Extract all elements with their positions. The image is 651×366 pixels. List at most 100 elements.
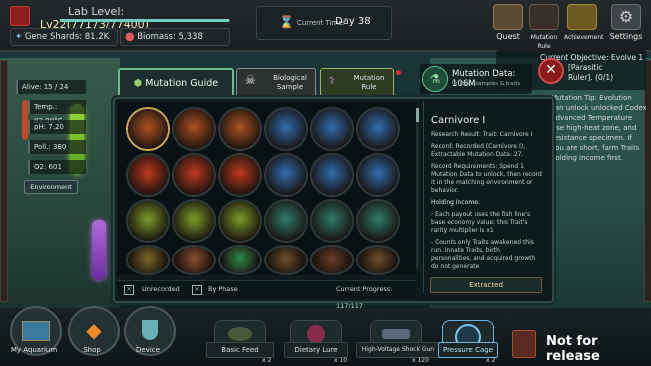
quest-icon (493, 4, 523, 30)
notification-dot (396, 70, 401, 75)
mutation-orb[interactable] (358, 155, 398, 195)
achievement-button[interactable]: Achievement (564, 4, 604, 46)
lab-level-bar-fill (60, 19, 230, 22)
lab-level-label: Lab Level: (68, 4, 125, 18)
unrecorded-label: Unrecorded (142, 285, 180, 293)
mutation-orb[interactable] (128, 109, 168, 149)
basic-feed-label: Basic Feed (206, 342, 274, 358)
mutation-orb[interactable] (220, 155, 260, 195)
mutation-orb[interactable] (312, 247, 352, 273)
mutation-orb[interactable] (312, 201, 352, 241)
mutation-orb[interactable] (358, 109, 398, 149)
mutation-orb[interactable] (220, 201, 260, 241)
grid-scrollbar[interactable] (416, 108, 419, 268)
objective-line-3: Ruler]. (0/1) (568, 73, 614, 82)
mutation-rule-top-button[interactable]: Mutation Rule (526, 4, 562, 50)
hourglass-icon: ⌛ (279, 15, 294, 29)
settings-label: Settings (609, 32, 643, 41)
mutation-orb[interactable] (128, 201, 168, 241)
gene-shards-counter: ✦ Gene Shards: 81.2K (10, 28, 118, 46)
spray-can-icon[interactable] (512, 330, 536, 358)
environment-button[interactable]: Environment (24, 180, 78, 194)
gear-icon: ⚙ (611, 4, 641, 30)
quest-button[interactable]: Quest (490, 4, 526, 46)
close-icon[interactable]: ✕ (538, 58, 564, 84)
mutation-orb[interactable] (174, 201, 214, 241)
hint-line: Mutation Tip: Evolution (551, 94, 632, 102)
alive-stat: Alive: 15 / 24 (16, 80, 86, 94)
dietary-lure-count: x 10 (334, 357, 348, 364)
current-time-value: Day 38 (335, 16, 371, 27)
unrecorded-checkbox[interactable]: ✕ (124, 285, 134, 295)
hint-line: can unlock unlocked Codex (551, 104, 647, 112)
mutation-data-subtitle: Unlocks samples & traits (452, 81, 521, 87)
mutation-orb[interactable] (358, 201, 398, 241)
tab-biological-sample[interactable]: ☠ Biological Sample (236, 68, 316, 98)
pipe-left (0, 60, 8, 302)
lure-icon (307, 325, 325, 343)
gene-shards-label: Gene Shards: 81.2K (24, 32, 110, 42)
pressure-cage-count: x 2 (486, 357, 496, 364)
mutation-rule-book-icon (529, 4, 559, 30)
hint-line: resistance specimen. If (551, 134, 632, 142)
pressure-cage-label: Pressure Cage (438, 342, 498, 358)
settings-button[interactable]: ⚙ Settings (608, 4, 644, 46)
lab-level-bar (60, 19, 230, 22)
mutation-orb[interactable] (312, 155, 352, 195)
fish-icon: ◆ (86, 318, 102, 342)
panel-footer: ✕ Unrecorded ✕ By Phase Current Progress… (118, 280, 416, 310)
mutation-guide-icon: ⬢ (133, 78, 143, 89)
device-label: Device (136, 346, 160, 354)
holding-income-line-2: - Counts only Traits awakened this run. … (431, 239, 536, 270)
mutation-orb[interactable] (266, 201, 306, 241)
hint-line: Use high-heat zone, and (551, 124, 637, 132)
trait-title: Carnivore I (431, 115, 486, 126)
shock-gun-icon (382, 329, 410, 339)
ph-stat: pH: 7.20 (28, 120, 86, 134)
mutation-orb[interactable] (128, 155, 168, 195)
current-time-panel: ⌛ Current Time: Day 38 (256, 6, 392, 40)
objective-line-2: [Parasitic (568, 63, 603, 72)
hint-line: you are short, farm Traits (551, 144, 640, 152)
mutation-orb[interactable] (358, 247, 398, 273)
mutation-orb[interactable] (128, 247, 168, 273)
mutation-data-icon: ⚗ (422, 66, 448, 92)
mutation-orb[interactable] (174, 247, 214, 273)
tab-mutation-rule[interactable]: ⚕ Mutation Rule (320, 68, 394, 98)
basic-feed-count: x 2 (262, 357, 272, 364)
mutation-orb[interactable] (220, 247, 260, 273)
dietary-lure-label: Dietary Lure (284, 342, 348, 358)
by-phase-checkbox[interactable]: ✕ (192, 285, 202, 295)
mutation-orb[interactable] (312, 109, 352, 149)
hint-line: Advanced Temperature (551, 114, 633, 122)
biomass-icon: ⬤ (125, 32, 135, 42)
mutation-orb[interactable] (174, 109, 214, 149)
extracted-button[interactable]: Extracted (430, 277, 542, 293)
mutation-orb[interactable] (266, 109, 306, 149)
pollution-stat: Poll.: 380 (28, 140, 86, 154)
fish-skeleton-icon: ☠ (245, 73, 256, 87)
aquarium-icon (22, 321, 50, 341)
biomass-counter: ⬤ Biomass: 5,338 (120, 28, 230, 46)
mutation-orb[interactable] (266, 247, 306, 273)
grid-scrollbar-thumb[interactable] (416, 108, 419, 122)
research-result: Research Result: Trait: Carnivore I (431, 131, 533, 138)
temp-stat: Temp.: 82.00°C (28, 100, 86, 125)
shock-gun-label: High-Voltage Shock Gun (356, 342, 440, 358)
achievement-label: Achievement (564, 34, 604, 41)
lab-level: Lab Level: Lv22(77173/77400) (34, 4, 234, 32)
flask-icon (142, 320, 158, 340)
red-flask-icon (10, 6, 30, 26)
by-phase-label: By Phase (208, 285, 238, 293)
record-requirements: Record Requirements: Spend 1 Mutation Da… (431, 163, 542, 194)
shock-gun-count: x 120 (412, 357, 429, 364)
oxygen-stat: O2: 601 (28, 160, 86, 174)
mutation-orb[interactable] (220, 109, 260, 149)
mutation-orb[interactable] (266, 155, 306, 195)
trait-detail-panel: Carnivore I Research Result: Trait: Carn… (423, 101, 548, 293)
tab-mutation-guide-label: Mutation Guide (145, 78, 219, 89)
purple-tube-icon (92, 220, 106, 280)
feed-icon (228, 327, 252, 341)
mutation-orb[interactable] (174, 155, 214, 195)
tab-mutation-guide[interactable]: ⬢ Mutation Guide (118, 68, 234, 100)
